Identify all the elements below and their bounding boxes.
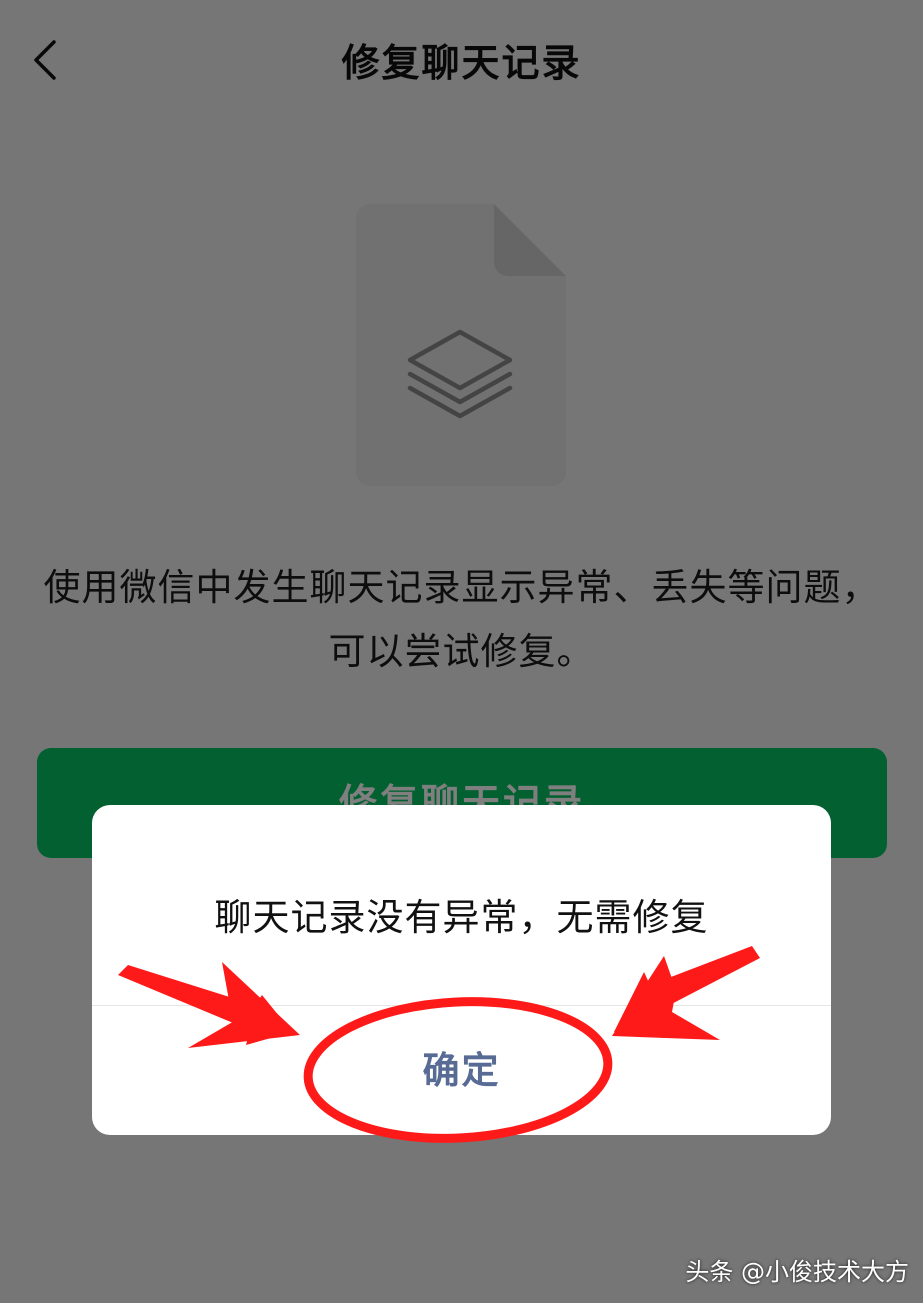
dialog-message: 聊天记录没有异常，无需修复 (214, 896, 709, 939)
watermark: 头条 @小俊技术大方 (685, 1258, 909, 1286)
result-dialog: 聊天记录没有异常，无需修复 确定 (92, 805, 831, 1135)
confirm-button[interactable]: 确定 (92, 1006, 831, 1135)
